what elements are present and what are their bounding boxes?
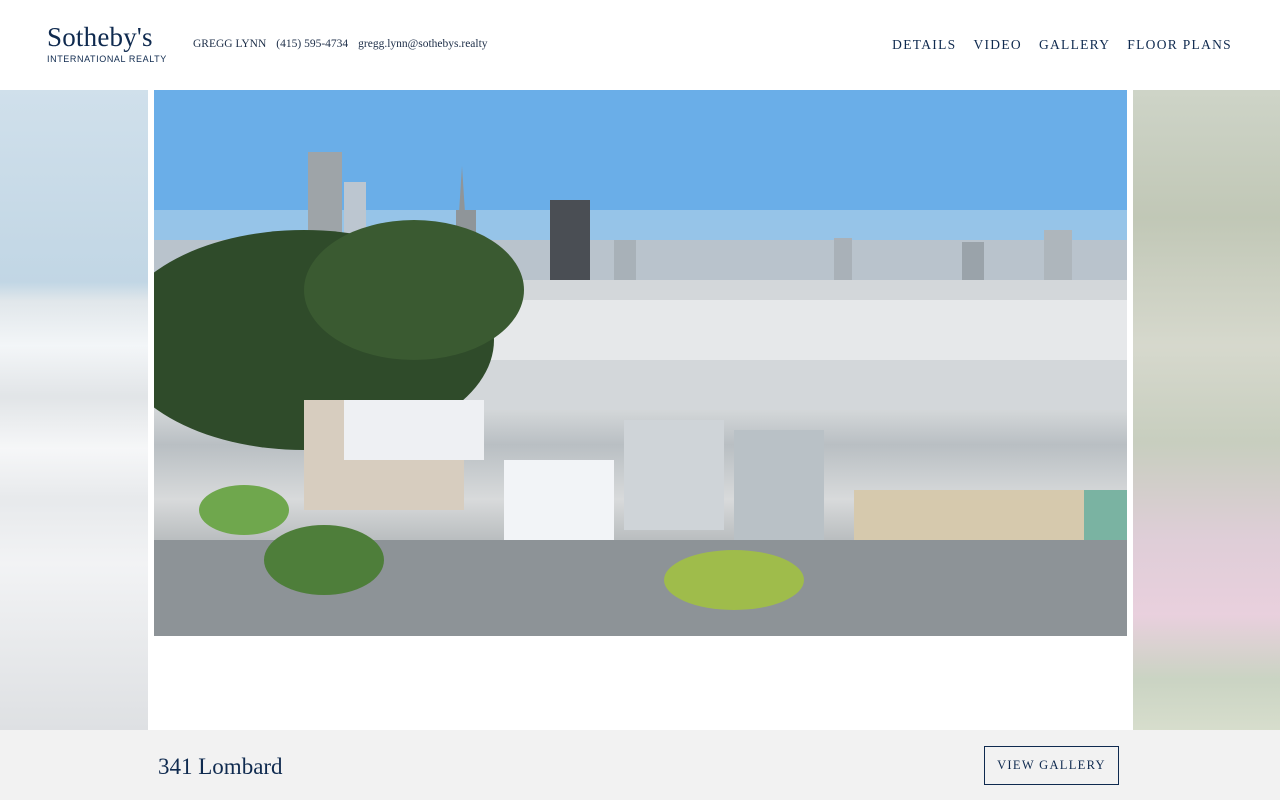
sothebys-logo[interactable]: Sotheby's INTERNATIONAL REALTY: [47, 23, 167, 64]
logo-wordmark: Sotheby's: [47, 22, 153, 52]
listing-title: 341 Lombard: [158, 754, 283, 779]
previous-slide-photo[interactable]: [0, 90, 148, 730]
agent-phone[interactable]: (415) 595-4734: [276, 38, 348, 50]
main-slide-photo[interactable]: [154, 90, 1127, 636]
nav-gallery[interactable]: GALLERY: [1039, 37, 1110, 53]
city-skyline-photo: [154, 90, 1127, 636]
view-gallery-button[interactable]: VIEW GALLERY: [984, 746, 1119, 785]
nav-video[interactable]: VIDEO: [973, 37, 1022, 53]
logo-tagline: INTERNATIONAL REALTY: [47, 54, 167, 64]
agent-contact: GREGG LYNN (415) 595-4734 gregg.lynn@sot…: [193, 38, 488, 50]
agent-name: GREGG LYNN: [193, 38, 267, 50]
nav-floor-plans[interactable]: FLOOR PLANS: [1127, 37, 1232, 53]
listing-bar: 341 Lombard VIEW GALLERY: [0, 730, 1280, 800]
site-header: Sotheby's INTERNATIONAL REALTY GREGG LYN…: [0, 0, 1280, 90]
main-nav: DETAILS VIDEO GALLERY FLOOR PLANS: [892, 37, 1232, 53]
nav-details[interactable]: DETAILS: [892, 37, 956, 53]
next-slide-photo[interactable]: [1133, 90, 1280, 730]
agent-email[interactable]: gregg.lynn@sothebys.realty: [358, 38, 487, 50]
photo-carousel[interactable]: [0, 90, 1280, 730]
